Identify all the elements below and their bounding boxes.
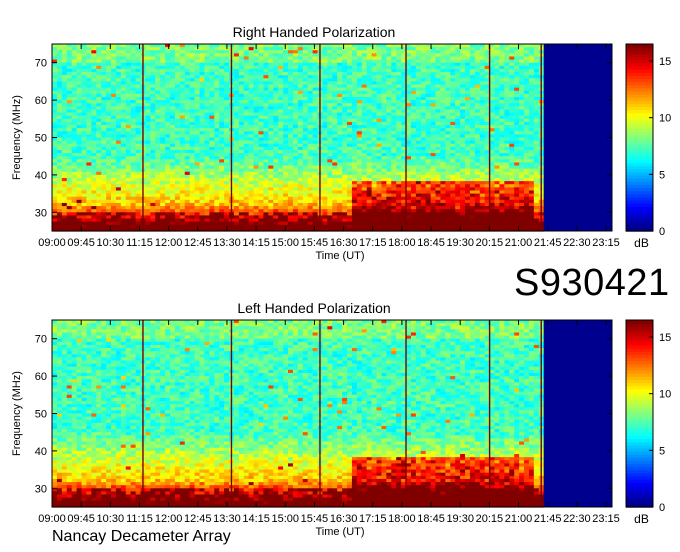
x-tick-label: 18:45 — [417, 237, 445, 249]
x-tick-label: 18:45 — [417, 513, 445, 525]
x-tick-label: 23:15 — [592, 237, 620, 249]
x-tick-label: 15:45 — [301, 513, 329, 525]
colorbar-tick-label: 10 — [659, 389, 671, 401]
x-tick-label: 20:15 — [476, 237, 504, 249]
colorbar-unit-label: dB — [634, 236, 649, 250]
x-tick-label: 12:00 — [155, 237, 183, 249]
x-tick-label: 15:45 — [301, 237, 329, 249]
x-tick-label: 15:00 — [271, 513, 299, 525]
x-axis-label: Time (UT) — [315, 526, 364, 538]
chart-title: Right Handed Polarization — [233, 24, 396, 40]
x-tick-label: 12:45 — [184, 513, 212, 525]
panel-1: Left Handed Polarization3040506070Freque… — [11, 300, 671, 538]
y-tick-label: 30 — [35, 207, 47, 219]
x-tick-label: 11:15 — [126, 237, 153, 249]
x-tick-label: 22:30 — [563, 237, 591, 249]
x-tick-label: 18:00 — [388, 513, 416, 525]
x-tick-label: 21:00 — [505, 237, 533, 249]
y-tick-label: 40 — [35, 170, 47, 182]
x-tick-label: 09:00 — [38, 237, 66, 249]
x-tick-label: 10:30 — [97, 237, 125, 249]
x-tick-label: 21:45 — [534, 513, 562, 525]
y-axis-label: Frequency (MHz) — [11, 371, 23, 456]
colorbar-tick-label: 5 — [659, 169, 665, 181]
x-tick-label: 22:30 — [563, 513, 591, 525]
station-id-label: S930421 — [514, 262, 670, 304]
x-tick-label: 17:15 — [359, 237, 387, 249]
x-tick-label: 19:30 — [446, 513, 474, 525]
colorbar-cell — [626, 44, 653, 48]
colorbar-tick-label: 0 — [659, 226, 665, 238]
panel-0: Right Handed Polarization3040506070Frequ… — [11, 24, 671, 262]
y-tick-label: 50 — [35, 133, 47, 145]
x-tick-label: 12:45 — [184, 237, 212, 249]
x-tick-label: 11:15 — [126, 513, 153, 525]
y-tick-label: 50 — [35, 409, 47, 421]
x-tick-label: 16:30 — [330, 513, 358, 525]
x-tick-label: 21:45 — [534, 237, 562, 249]
x-tick-label: 21:00 — [505, 513, 533, 525]
x-tick-label: 13:30 — [213, 237, 241, 249]
x-tick-label: 09:45 — [67, 513, 95, 525]
colorbar-tick-label: 5 — [659, 445, 665, 457]
x-tick-label: 15:00 — [271, 237, 299, 249]
x-tick-label: 09:00 — [38, 513, 66, 525]
y-axis-label: Frequency (MHz) — [11, 95, 23, 180]
y-tick-label: 30 — [35, 483, 47, 495]
x-tick-label: 23:15 — [592, 513, 620, 525]
x-tick-label: 19:30 — [446, 237, 474, 249]
x-tick-label: 13:30 — [213, 513, 241, 525]
colorbar-tick-label: 15 — [659, 56, 671, 68]
colorbar-cell — [626, 320, 653, 324]
colorbar: 0 5 10 15 dB — [625, 43, 671, 250]
x-tick-label: 14:15 — [242, 513, 270, 525]
y-tick-label: 40 — [35, 446, 47, 458]
x-tick-label: 10:30 — [97, 513, 125, 525]
y-tick-label: 70 — [35, 58, 47, 70]
colorbar-tick-label: 10 — [659, 113, 671, 125]
x-tick-label: 18:00 — [388, 237, 416, 249]
x-axis-label: Time (UT) — [315, 250, 364, 262]
x-tick-label: 20:15 — [476, 513, 504, 525]
footer-label: Nancay Decameter Array — [52, 528, 231, 545]
colorbar-tick-label: 0 — [659, 502, 665, 514]
spectrogram-cells — [52, 44, 545, 232]
colorbar-tick-label: 15 — [659, 332, 671, 344]
x-tick-label: 17:15 — [359, 513, 387, 525]
colorbar: 0 5 10 15 dB — [625, 319, 671, 526]
x-tick-label: 12:00 — [155, 513, 183, 525]
y-tick-label: 70 — [35, 334, 47, 346]
x-tick-label: 16:30 — [330, 237, 358, 249]
y-tick-label: 60 — [35, 95, 47, 107]
no-data-region — [543, 320, 612, 507]
chart-title: Left Handed Polarization — [237, 300, 390, 316]
colorbar-unit-label: dB — [634, 512, 649, 526]
y-tick-label: 60 — [35, 371, 47, 383]
x-tick-label: 09:45 — [67, 237, 95, 249]
x-tick-label: 14:15 — [242, 237, 270, 249]
no-data-region — [543, 44, 612, 231]
spectrogram-cells — [52, 320, 545, 508]
